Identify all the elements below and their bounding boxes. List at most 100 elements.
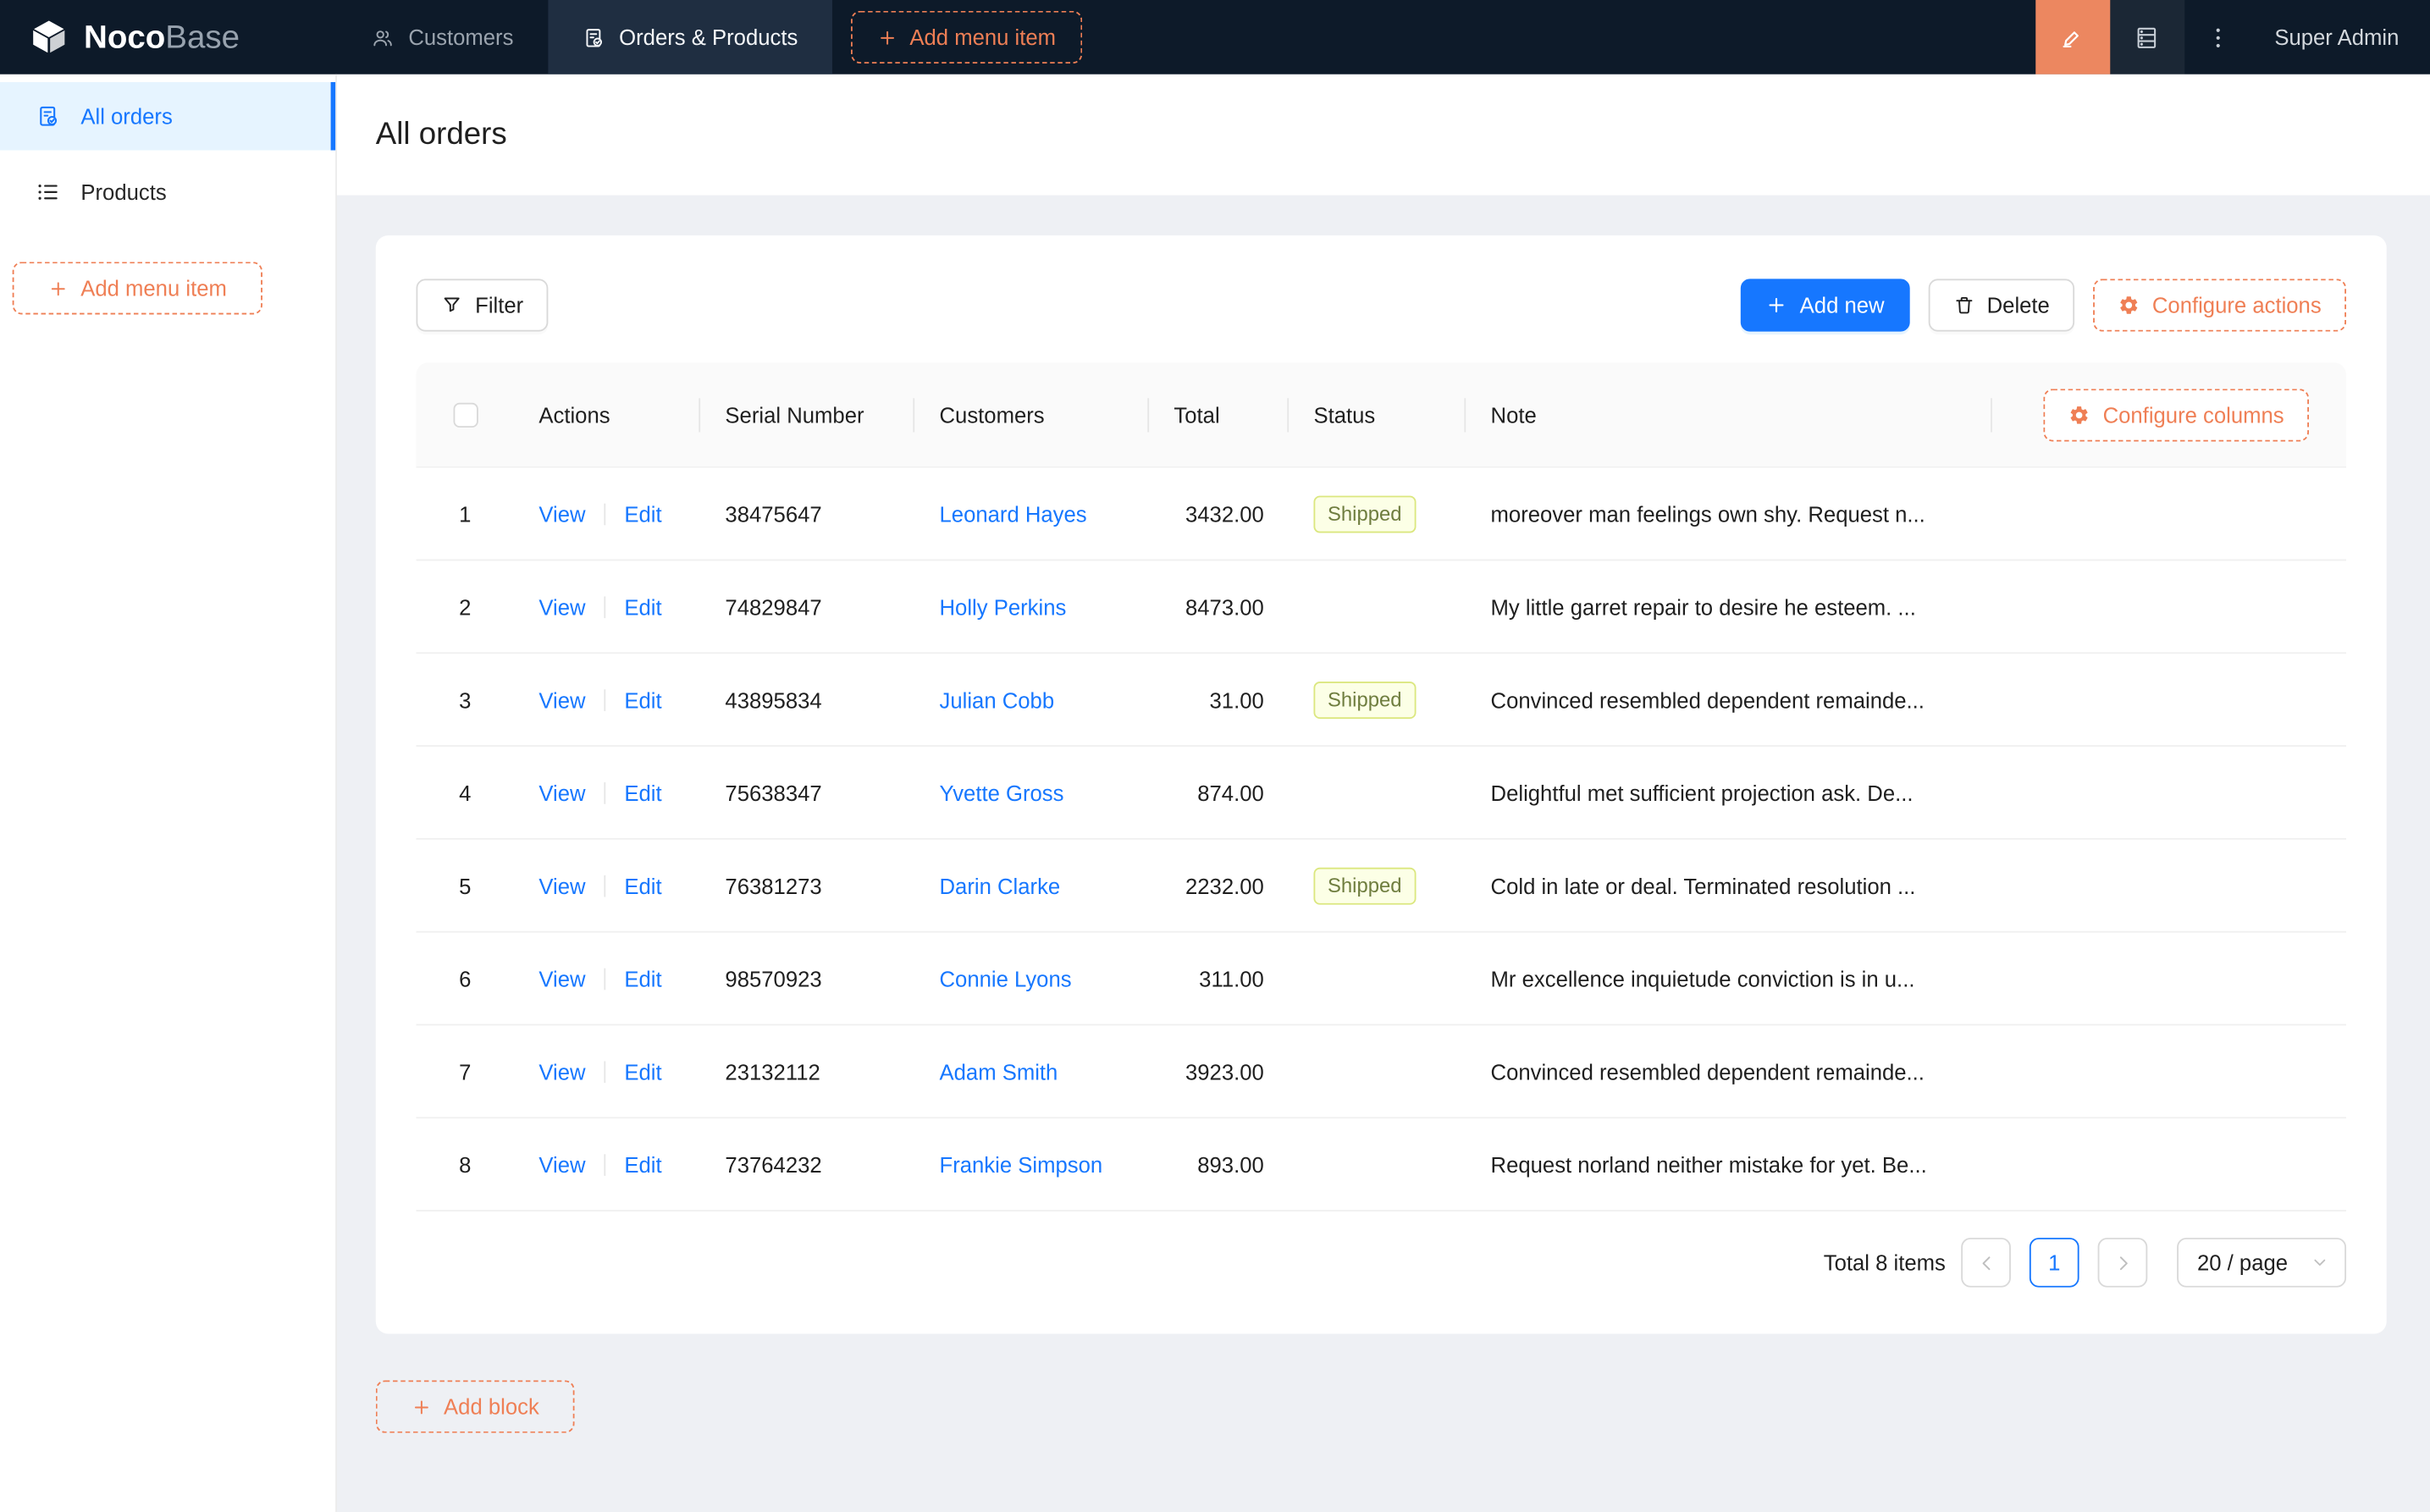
view-link[interactable]: View (538, 501, 585, 526)
user-menu[interactable]: Super Admin (2253, 25, 2430, 49)
orders-table: Actions Serial Number Customers Total St… (416, 362, 2347, 1211)
configure-columns-button[interactable]: Configure columns (2043, 388, 2310, 441)
row-actions: View Edit (514, 873, 700, 897)
row-index: 7 (459, 1058, 472, 1084)
customer-cell: Darin Clarke (914, 873, 1149, 897)
customer-link[interactable]: Leonard Hayes (940, 501, 1087, 526)
action-divider (604, 595, 606, 618)
nocobase-app: NocoBase Customers Orders & Products Add… (0, 0, 2430, 1512)
row-actions: View Edit (514, 780, 700, 804)
page-title: All orders (375, 117, 507, 152)
nav-tab-customers[interactable]: Customers (337, 0, 548, 74)
total-cell: 31.00 (1209, 687, 1264, 712)
page-content: Filter Add new Delete Configure actions … (337, 196, 2430, 1433)
user-name: Super Admin (2274, 25, 2400, 50)
customer-link[interactable]: Adam Smith (940, 1059, 1058, 1084)
add-menu-item-button-sidebar[interactable]: Add menu item (12, 262, 262, 315)
pagination-next-button[interactable] (2097, 1238, 2148, 1288)
edit-link[interactable]: Edit (624, 501, 661, 526)
sidebar-item-label: All orders (80, 103, 173, 129)
sidebar-item-label: Products (80, 179, 167, 205)
table-row: 6 View Edit 98570923 Connie Lyons 311.00 Mr ex… (416, 933, 2347, 1026)
pagination-page-1[interactable]: 1 (2029, 1238, 2079, 1288)
pagination-prev-button[interactable] (1961, 1238, 2011, 1288)
file-check-icon (40, 106, 58, 126)
top-navbar: NocoBase Customers Orders & Products Add… (0, 0, 2430, 74)
view-link[interactable]: View (538, 966, 585, 991)
chevron-right-icon (2118, 1255, 2127, 1270)
view-link[interactable]: View (538, 594, 585, 619)
row-actions: View Edit (514, 501, 700, 526)
edit-link[interactable]: Edit (624, 1152, 661, 1177)
action-divider (604, 967, 606, 990)
row-actions: View Edit (514, 966, 700, 991)
view-link[interactable]: View (538, 780, 585, 804)
total-cell: 893.00 (1197, 1151, 1264, 1177)
customer-link[interactable]: Yvette Gross (940, 780, 1064, 804)
note-cell: Cold in late or deal. Terminated resolut… (1490, 873, 1916, 898)
customer-link[interactable]: Connie Lyons (940, 966, 1072, 991)
table-row: 2 View Edit 74829847 Holly Perkins 8473.00 My … (416, 560, 2347, 654)
add-new-button[interactable]: Add new (1740, 279, 1909, 332)
page-size-select[interactable]: 20 / page (2177, 1238, 2347, 1288)
note-cell: moreover man feelings own shy. Request n… (1490, 500, 1925, 527)
add-menu-item-button-navbar[interactable]: Add menu item (850, 10, 1083, 64)
more-actions-button[interactable] (2184, 0, 2253, 74)
action-divider (604, 1153, 606, 1175)
table-header-row: Actions Serial Number Customers Total St… (416, 362, 2347, 468)
row-index: 8 (459, 1151, 472, 1177)
gear-icon (2120, 296, 2138, 314)
view-link[interactable]: View (538, 873, 585, 897)
status-badge: Shipped (1313, 866, 1417, 904)
edit-link[interactable]: Edit (624, 780, 661, 804)
nav-tab-label: Customers (408, 25, 514, 50)
ui-editor-button[interactable] (2035, 0, 2110, 74)
configure-actions-button[interactable]: Configure actions (2093, 279, 2347, 332)
edit-link[interactable]: Edit (624, 966, 661, 991)
status-cell: Shipped (1289, 681, 1466, 719)
table-body: 1 View Edit 38475647 Leonard Hayes 3432.00 Shi… (416, 468, 2347, 1211)
customer-link[interactable]: Holly Perkins (940, 594, 1067, 619)
action-divider (604, 502, 606, 525)
view-link[interactable]: View (538, 687, 585, 712)
column-header-actions: Actions (514, 362, 700, 466)
view-link[interactable]: View (538, 1152, 585, 1177)
unordered-list-icon (38, 185, 58, 200)
customer-cell: Frankie Simpson (914, 1152, 1149, 1177)
add-block-button[interactable]: Add block (375, 1380, 575, 1433)
sidebar-item-all-orders[interactable]: All orders (0, 81, 336, 151)
note-cell: Convinced resembled dependent remainde..… (1490, 687, 1925, 712)
action-divider (604, 1060, 606, 1083)
nav-tab-orders-products[interactable]: Orders & Products (547, 0, 832, 74)
edit-link[interactable]: Edit (624, 1059, 661, 1084)
plus-icon (1769, 297, 1784, 313)
sidebar-item-products[interactable]: Products (0, 158, 335, 227)
table-row: 3 View Edit 43895834 Julian Cobb 31.00 Shipped… (416, 654, 2347, 748)
gear-icon (2071, 406, 2089, 423)
customer-link[interactable]: Frankie Simpson (940, 1152, 1103, 1177)
note-cell: Delightful met sufficient projection ask… (1490, 780, 1914, 805)
table-row: 4 View Edit 75638347 Yvette Gross 874.00 Delig… (416, 747, 2347, 840)
filter-button[interactable]: Filter (416, 279, 549, 332)
select-all-cell (416, 362, 514, 466)
row-actions: View Edit (514, 687, 700, 712)
edit-link[interactable]: Edit (624, 594, 661, 619)
action-divider (604, 781, 606, 803)
column-header-serial-number: Serial Number (700, 362, 914, 466)
app-logo[interactable]: NocoBase (0, 0, 337, 74)
delete-button[interactable]: Delete (1927, 279, 2075, 332)
plugin-settings-button[interactable] (2109, 0, 2184, 74)
edit-link[interactable]: Edit (624, 687, 661, 712)
customer-link[interactable]: Julian Cobb (940, 687, 1055, 712)
chevron-down-icon (2314, 1259, 2326, 1266)
orders-table-block: Filter Add new Delete Configure actions … (375, 235, 2387, 1334)
serial-number-cell: 23132112 (725, 1058, 820, 1084)
database-icon (2138, 26, 2157, 47)
view-link[interactable]: View (538, 1059, 585, 1084)
customer-link[interactable]: Darin Clarke (940, 873, 1061, 897)
select-all-checkbox[interactable] (452, 401, 478, 428)
customer-cell: Connie Lyons (914, 966, 1149, 991)
serial-number-cell: 38475647 (725, 500, 822, 527)
row-index: 3 (459, 687, 472, 712)
edit-link[interactable]: Edit (624, 873, 661, 897)
